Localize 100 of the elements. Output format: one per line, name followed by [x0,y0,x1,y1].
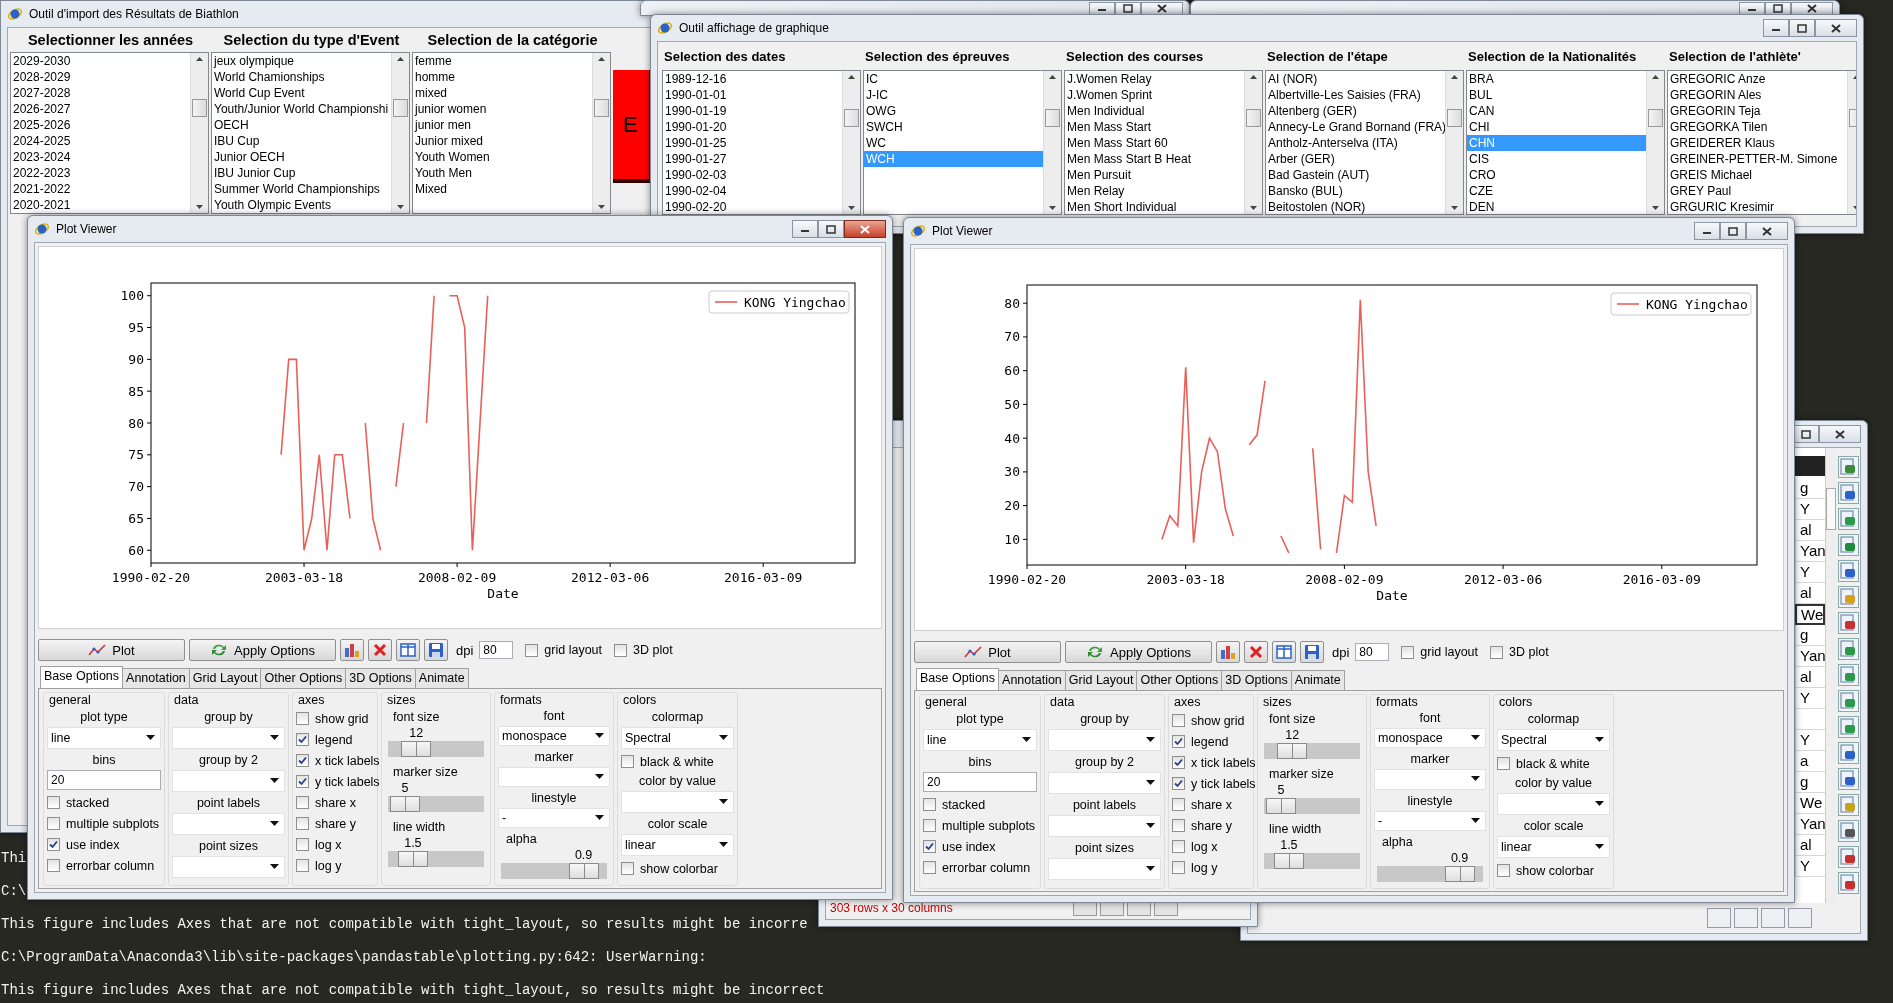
list-item[interactable]: BUL [1467,87,1646,103]
apply-options-button[interactable]: Apply Options [1065,641,1212,663]
list-item[interactable]: GREGORIC Anze [1668,71,1847,87]
list-item[interactable]: GREY Paul [1668,183,1847,199]
list-item[interactable]: 2026-2027 [11,101,190,117]
list-item[interactable]: 1990-01-20 [663,119,842,135]
list-item[interactable]: AI (NOR) [1266,71,1445,87]
list-item[interactable]: GREGORIN Teja [1668,103,1847,119]
list-item[interactable]: 1990-02-20 [663,199,842,214]
input-field[interactable]: 20 [47,770,161,790]
list-item[interactable]: Youth Women [413,149,592,165]
list-item[interactable]: J.Women Relay [1065,71,1244,87]
list-item[interactable]: GREINER-PETTER-M. Simone [1668,151,1847,167]
list-item[interactable]: GREGORIN Ales [1668,87,1847,103]
list-item[interactable]: jeux olympique [212,53,391,69]
list-item[interactable]: 2028-2029 [11,69,190,85]
list-item[interactable]: OWG [864,103,1043,119]
list-item[interactable]: 2024-2025 [11,133,190,149]
tab[interactable]: Base Options [40,666,124,688]
list-item[interactable]: Men Relay [1065,183,1244,199]
list-item[interactable]: 1989-12-16 [663,71,842,87]
tab[interactable]: Animate [1290,670,1345,690]
list-item[interactable]: 2021-2022 [11,181,190,197]
table-cell[interactable]: We [1795,604,1825,625]
dropdown[interactable]: line [923,729,1037,751]
apply-options-button[interactable]: Apply Options [189,639,336,661]
list-item[interactable]: CZE [1467,183,1646,199]
list-item[interactable]: 1990-01-25 [663,135,842,151]
dropdown[interactable]: Spectral [621,727,734,749]
list-item[interactable]: Men Individual [1065,103,1244,119]
tab[interactable]: Annotation [122,668,190,688]
dropdown[interactable]: - [498,808,610,828]
tab[interactable]: 3D Options [345,668,416,688]
list-item[interactable]: mixed [413,85,592,101]
list-item[interactable]: IBU Junior Cup [212,165,391,181]
list-item[interactable]: Men Mass Start [1065,119,1244,135]
list-item[interactable]: Albertville-Les Saisies (FRA) [1266,87,1445,103]
list-item[interactable]: Youth/Junior World Championshi [212,101,391,117]
dropdown[interactable]: - [1374,810,1486,831]
dropdown[interactable]: linear [1497,836,1610,858]
list-item[interactable]: Men Pursuit [1065,167,1244,183]
list-item[interactable]: Men Mass Start B Heat [1065,151,1244,167]
list-item[interactable]: Bansko (BUL) [1266,183,1445,199]
list-item[interactable]: Beitostolen (NOR) [1266,199,1445,214]
list-item[interactable]: 1990-01-19 [663,103,842,119]
list-item[interactable]: femme [413,53,592,69]
list-item[interactable]: CAN [1467,103,1646,119]
list-item[interactable]: GRGURIC Kresimir [1668,199,1847,214]
list-item[interactable]: Arber (GER) [1266,151,1445,167]
list-item[interactable]: 2029-2030 [11,53,190,69]
list-item[interactable]: 2023-2024 [11,149,190,165]
list-item[interactable]: Men Short Individual [1065,199,1244,214]
list-item[interactable]: 1990-01-01 [663,87,842,103]
tab[interactable]: Other Options [260,668,347,688]
list-item[interactable]: SWCH [864,119,1043,135]
list-item[interactable]: Junior mixed [413,133,592,149]
dropdown[interactable]: linear [621,834,734,856]
action-button[interactable]: E [613,70,651,183]
list-item[interactable]: Antholz-Anterselva (ITA) [1266,135,1445,151]
plot-button[interactable]: Plot [914,641,1061,663]
dropdown[interactable]: monospace [498,726,610,746]
list-item[interactable]: CIS [1467,151,1646,167]
list-item[interactable]: Annecy-Le Grand Bornand (FRA) [1266,119,1445,135]
input-field[interactable]: 20 [923,772,1037,792]
list-item[interactable]: GREIDERER Klaus [1668,135,1847,151]
input-field[interactable]: 80 [479,641,514,659]
list-item[interactable]: Bad Gastein (AUT) [1266,167,1445,183]
tab[interactable]: Grid Layout [188,668,262,688]
list-item[interactable]: Youth Men [413,165,592,181]
list-item[interactable]: 1990-02-03 [663,167,842,183]
tab[interactable]: Other Options [1136,670,1223,690]
tab[interactable]: 3D Options [1221,670,1292,690]
list-item[interactable]: Junior OECH [212,149,391,165]
input-field[interactable]: 80 [1355,643,1390,661]
list-item[interactable]: World Cup Event [212,85,391,101]
tab[interactable]: Animate [414,668,469,688]
list-item[interactable]: 2020-2021 [11,197,190,213]
list-item[interactable]: J-IC [864,87,1043,103]
list-item[interactable]: 1990-02-04 [663,183,842,199]
list-item[interactable]: CRO [1467,167,1646,183]
list-item[interactable]: CHI [1467,119,1646,135]
list-item[interactable]: junior women [413,101,592,117]
list-item[interactable]: 1990-01-27 [663,151,842,167]
list-item[interactable]: GREIS Michael [1668,167,1847,183]
dropdown[interactable]: monospace [1374,728,1486,749]
list-item[interactable]: OECH [212,117,391,133]
list-item[interactable]: J.Women Sprint [1065,87,1244,103]
list-item[interactable]: IBU Cup [212,133,391,149]
dropdown[interactable]: Spectral [1497,729,1610,751]
list-item[interactable]: 2025-2026 [11,117,190,133]
list-item[interactable]: Altenberg (GER) [1266,103,1445,119]
list-item[interactable]: Youth Olympic Events [212,197,391,213]
list-item[interactable]: junior men [413,117,592,133]
list-item[interactable]: DEN [1467,199,1646,214]
list-item[interactable]: IC [864,71,1043,87]
list-item[interactable]: 2022-2023 [11,165,190,181]
tab[interactable]: Base Options [916,668,1000,690]
tab[interactable]: Annotation [998,670,1066,690]
list-item[interactable]: BRA [1467,71,1646,87]
list-item[interactable]: Mixed [413,181,592,197]
